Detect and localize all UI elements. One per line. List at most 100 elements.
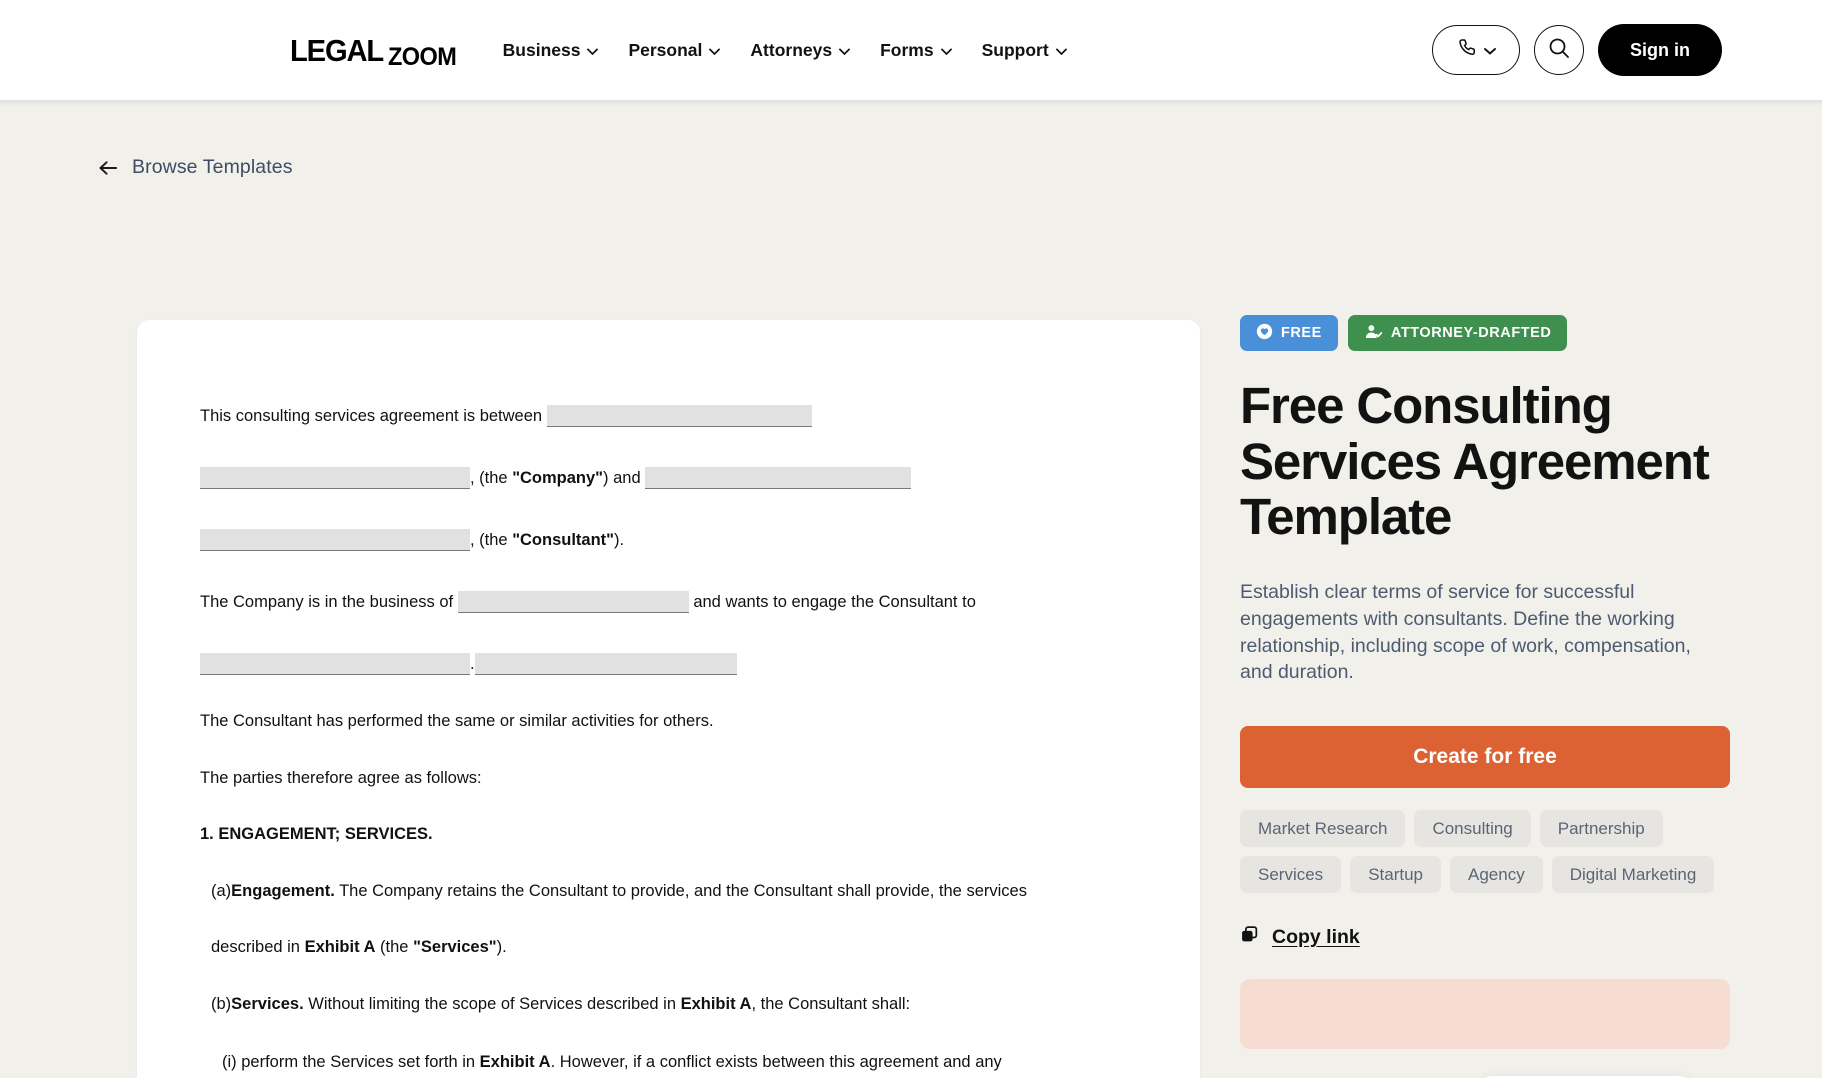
template-info-sidebar: FREE ATTORNEY-DRAFTED Free Consulting Se… xyxy=(1240,315,1740,1050)
nav-item-personal[interactable]: Personal xyxy=(628,39,721,61)
clause-b: (b)Services. Without limiting the scope … xyxy=(200,994,1137,1013)
logo-text-zoom: ZOOM xyxy=(388,42,457,71)
nav-label: Business xyxy=(502,39,581,60)
document-paragraph: The parties therefore agree as follows: xyxy=(200,768,1137,787)
promo-banner[interactable] xyxy=(1240,979,1730,1050)
clause-a-continued: described in Exhibit A (the "Services"). xyxy=(200,939,1137,956)
tag-item[interactable]: Partnership xyxy=(1539,810,1663,848)
template-description: Establish clear terms of service for suc… xyxy=(1240,580,1691,684)
badge-row: FREE ATTORNEY-DRAFTED xyxy=(1240,315,1740,351)
site-header: LEGAL ZOOM Business Personal Attorneys F… xyxy=(0,0,1822,106)
document-paragraph: , (the "Consultant"). xyxy=(200,529,1137,551)
fill-in-blank[interactable] xyxy=(457,591,689,613)
fill-in-blank[interactable] xyxy=(474,653,737,675)
badge-label: ATTORNEY-DRAFTED xyxy=(1390,325,1552,341)
copy-icon xyxy=(1240,925,1259,949)
tag-item[interactable]: Startup xyxy=(1350,856,1441,894)
term-services: "Services" xyxy=(413,938,497,956)
exhibit-reference: Exhibit A xyxy=(479,1053,551,1071)
fill-in-blank[interactable] xyxy=(645,467,912,489)
paragraph-text: The Company is in the business of xyxy=(200,593,454,611)
paragraph-text: ). xyxy=(614,531,625,549)
breadcrumb-browse-templates[interactable]: Browse Templates xyxy=(99,156,293,179)
term-consultant: "Consultant" xyxy=(512,531,614,549)
chevron-down-icon xyxy=(587,48,599,55)
document-preview-card[interactable]: This consulting services agreement is be… xyxy=(137,320,1200,1078)
clause-text: . However, if a conflict exists between … xyxy=(550,1053,1002,1071)
nav-item-attorneys[interactable]: Attorneys xyxy=(750,39,851,61)
heart-shield-icon xyxy=(1256,323,1273,344)
chevron-down-icon xyxy=(839,48,851,55)
document-content: This consulting services agreement is be… xyxy=(137,320,1200,1071)
badge-label: FREE xyxy=(1281,325,1322,341)
tag-item[interactable]: Market Research xyxy=(1240,810,1406,848)
exhibit-reference: Exhibit A xyxy=(680,994,752,1013)
clause-text: , the Consultant shall: xyxy=(751,994,911,1013)
status-badge-free: FREE xyxy=(1240,315,1338,351)
clause-marker: (b) xyxy=(211,994,232,1013)
clause-title: Engagement. xyxy=(231,881,335,900)
clause-text: (i) perform the Services set forth in xyxy=(222,1053,480,1071)
logo-text-legal: LEGAL xyxy=(290,32,384,68)
tag-item[interactable]: Services xyxy=(1240,856,1342,894)
tag-item[interactable]: Digital Marketing xyxy=(1551,856,1715,894)
nav-label: Forms xyxy=(880,39,934,60)
document-paragraph: This consulting services agreement is be… xyxy=(200,405,1137,427)
paragraph-text: , (the xyxy=(470,531,513,549)
legalzoom-logo[interactable]: LEGAL ZOOM xyxy=(290,32,461,70)
nav-item-business[interactable]: Business xyxy=(503,40,599,61)
document-paragraph: , (the "Company") and xyxy=(200,467,1137,489)
fill-in-blank[interactable] xyxy=(546,405,812,427)
fill-in-blank[interactable] xyxy=(200,529,470,551)
clause-b-i: (i) perform the Services set forth in Ex… xyxy=(200,1054,1137,1071)
header-divider xyxy=(0,100,1822,106)
search-button[interactable] xyxy=(1534,25,1584,75)
nav-item-support[interactable]: Support xyxy=(982,40,1067,61)
chevron-down-icon xyxy=(1483,47,1496,55)
tag-item[interactable]: Consulting xyxy=(1414,810,1531,848)
tag-list: Market Research Consulting Partnership S… xyxy=(1240,810,1740,894)
paragraph-text: The parties therefore agree as follows: xyxy=(200,768,482,787)
header-actions: Sign in xyxy=(1432,24,1764,76)
paragraph-text: This consulting services agreement is be… xyxy=(200,407,543,425)
exhibit-reference: Exhibit A xyxy=(304,938,376,956)
user-check-icon xyxy=(1364,323,1383,344)
copy-link-button[interactable]: Copy link xyxy=(1240,925,1740,949)
section-heading-engagement: 1. ENGAGEMENT; SERVICES. xyxy=(200,825,433,843)
clause-text: (the xyxy=(375,938,414,956)
clause-text: Without limiting the scope of Services d… xyxy=(303,994,681,1013)
clause-a: (a)Engagement. The Company retains the C… xyxy=(200,881,1137,900)
clause-title: Services. xyxy=(231,994,304,1013)
phone-icon xyxy=(1457,37,1479,64)
copy-link-label: Copy link xyxy=(1272,925,1360,948)
create-for-free-button[interactable]: Create for free xyxy=(1240,726,1730,789)
main-nav: Business Personal Attorneys Forms Suppor… xyxy=(503,40,1067,61)
chevron-down-icon xyxy=(1055,48,1067,55)
clause-text: described in xyxy=(211,938,305,956)
document-paragraph: . xyxy=(200,653,1137,675)
document-paragraph: The Company is in the business of and wa… xyxy=(200,591,1137,613)
paragraph-text: , (the xyxy=(470,469,513,487)
nav-label: Support xyxy=(981,39,1049,60)
page-title: Free Consulting Services Agreement Templ… xyxy=(1240,377,1710,546)
breadcrumb-label: Browse Templates xyxy=(132,156,293,178)
nav-label: Personal xyxy=(628,39,703,60)
status-badge-attorney-drafted: ATTORNEY-DRAFTED xyxy=(1347,315,1568,351)
chevron-down-icon xyxy=(709,48,721,55)
nav-item-forms[interactable]: Forms xyxy=(880,39,952,61)
fill-in-blank[interactable] xyxy=(200,653,470,675)
clause-marker: (a) xyxy=(211,881,232,900)
sign-in-button[interactable]: Sign in xyxy=(1598,24,1722,76)
document-paragraph: The Consultant has performed the same or… xyxy=(200,713,1137,730)
paragraph-text: and wants to engage the Consultant to xyxy=(693,593,976,611)
nav-label: Attorneys xyxy=(750,39,833,60)
fill-in-blank[interactable] xyxy=(200,467,470,489)
clause-text: The Company retains the Consultant to pr… xyxy=(334,881,1027,900)
tag-item[interactable]: Agency xyxy=(1450,856,1543,894)
chevron-down-icon xyxy=(940,48,952,55)
phone-menu-button[interactable] xyxy=(1432,25,1520,75)
term-company: "Company" xyxy=(512,469,604,487)
paragraph-text: The Consultant has performed the same or… xyxy=(200,712,714,730)
page-body: Browse Templates This consulting service… xyxy=(0,100,1822,1078)
clause-text: ). xyxy=(496,938,507,956)
